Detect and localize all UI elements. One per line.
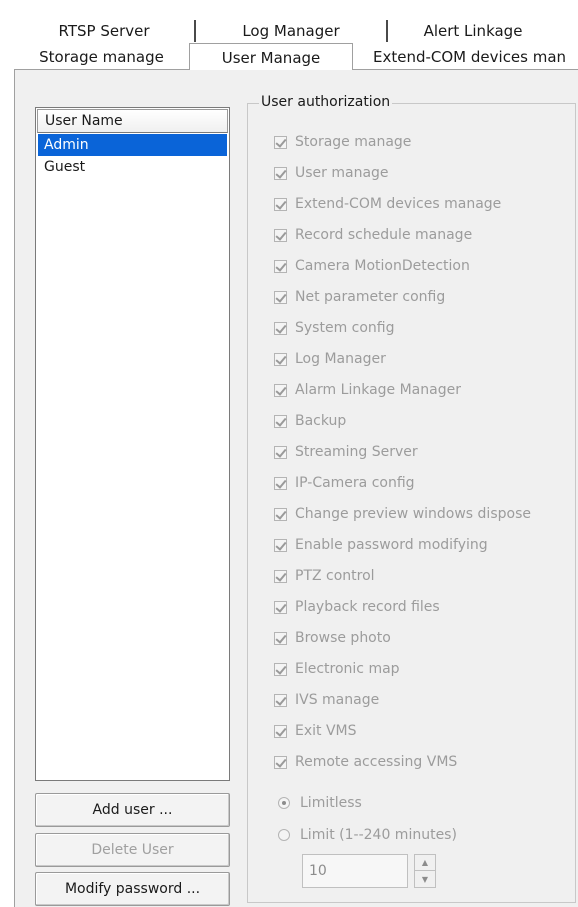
checkbox-icon[interactable]	[274, 600, 287, 614]
user-authorization-title: User authorization	[259, 94, 393, 110]
spin-down-icon[interactable]: ▼	[415, 871, 435, 887]
checkbox-icon[interactable]	[274, 228, 287, 242]
checkbox-icon[interactable]	[274, 476, 287, 490]
permission-streaming-server[interactable]: Streaming Server	[274, 442, 418, 462]
checkbox-icon[interactable]	[274, 538, 287, 552]
permission-ip-camera[interactable]: IP-Camera config	[274, 473, 415, 493]
permission-system-config[interactable]: System config	[274, 318, 395, 338]
tab-extend-com-devices[interactable]: Extend-COM devices man	[353, 44, 578, 70]
tab-storage-manage[interactable]: Storage manage	[14, 44, 189, 70]
checkbox-icon[interactable]	[274, 631, 287, 645]
checkbox-icon[interactable]	[274, 166, 287, 180]
checkbox-icon[interactable]	[274, 383, 287, 397]
modify-password-button[interactable]: Modify password ...	[35, 872, 230, 906]
permission-playback[interactable]: Playback record files	[274, 597, 440, 617]
permission-browse-photo[interactable]: Browse photo	[274, 628, 391, 648]
checkbox-icon[interactable]	[274, 662, 287, 676]
checkbox-icon[interactable]	[274, 135, 287, 149]
radio-limitless[interactable]: Limitless	[278, 793, 362, 813]
tab-user-manage[interactable]: User Manage	[189, 42, 353, 73]
permission-alarm-linkage[interactable]: Alarm Linkage Manager	[274, 380, 461, 400]
checkbox-icon[interactable]	[274, 569, 287, 583]
permission-electronic-map[interactable]: Electronic map	[274, 659, 400, 679]
user-name-column-header[interactable]: User Name	[37, 109, 228, 133]
checkbox-icon[interactable]	[274, 352, 287, 366]
spin-up-icon[interactable]: ▲	[415, 855, 435, 871]
checkbox-icon[interactable]	[274, 724, 287, 738]
checkbox-icon[interactable]	[274, 445, 287, 459]
permission-net-parameter[interactable]: Net parameter config	[274, 287, 445, 307]
permission-user-manage[interactable]: User manage	[274, 163, 389, 183]
radio-unselected-icon[interactable]	[278, 829, 290, 841]
limit-minutes-spinner[interactable]: ▲ ▼	[414, 854, 436, 888]
checkbox-icon[interactable]	[274, 507, 287, 521]
tab-alert-linkage[interactable]: Alert Linkage	[388, 18, 558, 44]
add-user-button[interactable]: Add user ...	[35, 793, 230, 827]
permission-extend-com[interactable]: Extend-COM devices manage	[274, 194, 501, 214]
tab-row-back: RTSP Server Log Manager Alert Linkage	[14, 18, 558, 44]
radio-limit-minutes[interactable]: Limit (1--240 minutes)	[278, 825, 457, 845]
checkbox-icon[interactable]	[274, 290, 287, 304]
user-row-guest[interactable]: Guest	[38, 156, 227, 178]
permission-remote-access[interactable]: Remote accessing VMS	[274, 752, 457, 772]
user-authorization-group: User authorization Storage manage User m…	[247, 94, 576, 903]
limit-minutes-input[interactable]: 10	[302, 854, 408, 888]
permission-camera-motion[interactable]: Camera MotionDetection	[274, 256, 470, 276]
user-row-admin[interactable]: Admin	[38, 134, 227, 156]
tab-log-manager[interactable]: Log Manager	[196, 18, 386, 44]
permission-preview-windows[interactable]: Change preview windows dispose	[274, 504, 531, 524]
tab-rtsp-server[interactable]: RTSP Server	[14, 18, 194, 44]
user-list[interactable]: User Name Admin Guest	[35, 107, 230, 781]
checkbox-icon[interactable]	[274, 414, 287, 428]
permission-ptz-control[interactable]: PTZ control	[274, 566, 375, 586]
tab-row-front: Storage manage User Manage Extend-COM de…	[14, 42, 578, 73]
radio-selected-icon[interactable]	[278, 797, 290, 809]
permission-log-manager[interactable]: Log Manager	[274, 349, 386, 369]
checkbox-icon[interactable]	[274, 197, 287, 211]
permission-password-modify[interactable]: Enable password modifying	[274, 535, 488, 555]
permission-exit-vms[interactable]: Exit VMS	[274, 721, 357, 741]
checkbox-icon[interactable]	[274, 693, 287, 707]
delete-user-button[interactable]: Delete User	[35, 833, 230, 867]
checkbox-icon[interactable]	[274, 321, 287, 335]
permission-record-schedule[interactable]: Record schedule manage	[274, 225, 472, 245]
checkbox-icon[interactable]	[274, 259, 287, 273]
permission-ivs-manage[interactable]: IVS manage	[274, 690, 379, 710]
checkbox-icon[interactable]	[274, 755, 287, 769]
permission-storage-manage[interactable]: Storage manage	[274, 132, 411, 152]
permission-backup[interactable]: Backup	[274, 411, 346, 431]
